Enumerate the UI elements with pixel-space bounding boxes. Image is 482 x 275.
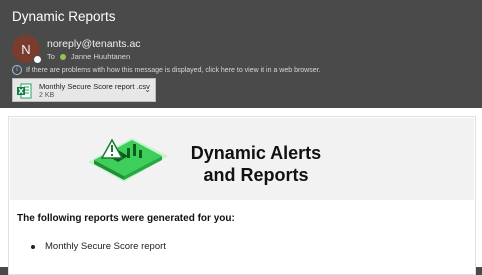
info-message[interactable]: If there are problems with how this mess… <box>26 67 321 74</box>
recipient-presence-dot <box>59 53 66 60</box>
excel-icon <box>17 83 32 99</box>
attachment-size: 2 KB <box>39 92 55 99</box>
attachment-menu-chevron-icon[interactable]: ⌄ <box>144 85 151 94</box>
to-label: To <box>47 52 55 61</box>
banner-title-line2: and Reports <box>203 165 309 185</box>
email-subject: Dynamic Reports <box>12 9 116 24</box>
info-icon: i <box>12 65 22 75</box>
attachment-name: Monthly Secure Score report .csv <box>39 82 150 91</box>
sender-address[interactable]: noreply@tenants.ac <box>47 38 141 50</box>
message-body: Dynamic Alerts and Reports The following… <box>0 108 482 275</box>
report-name: Monthly Secure Score report <box>45 241 166 252</box>
report-card: Dynamic Alerts and Reports The following… <box>8 116 476 275</box>
avatar-initial: N <box>21 41 31 57</box>
reports-heading: The following reports were generated for… <box>17 213 235 224</box>
list-item: Monthly Secure Score report <box>31 241 166 252</box>
banner-title: Dynamic Alerts and Reports <box>176 142 336 186</box>
bullet-icon <box>31 244 35 249</box>
recipient-line: To Janne Huuhtanen <box>47 52 130 61</box>
recipient-name[interactable]: Janne Huuhtanen <box>71 52 130 61</box>
alerts-illustration-icon <box>88 138 168 182</box>
banner-title-line1: Dynamic Alerts <box>190 143 322 163</box>
info-bar[interactable]: i If there are problems with how this me… <box>12 65 321 75</box>
presence-indicator <box>33 55 42 64</box>
report-banner: Dynamic Alerts and Reports <box>10 118 474 200</box>
attachment-card[interactable]: Monthly Secure Score report .csv 2 KB ⌄ <box>12 78 156 102</box>
